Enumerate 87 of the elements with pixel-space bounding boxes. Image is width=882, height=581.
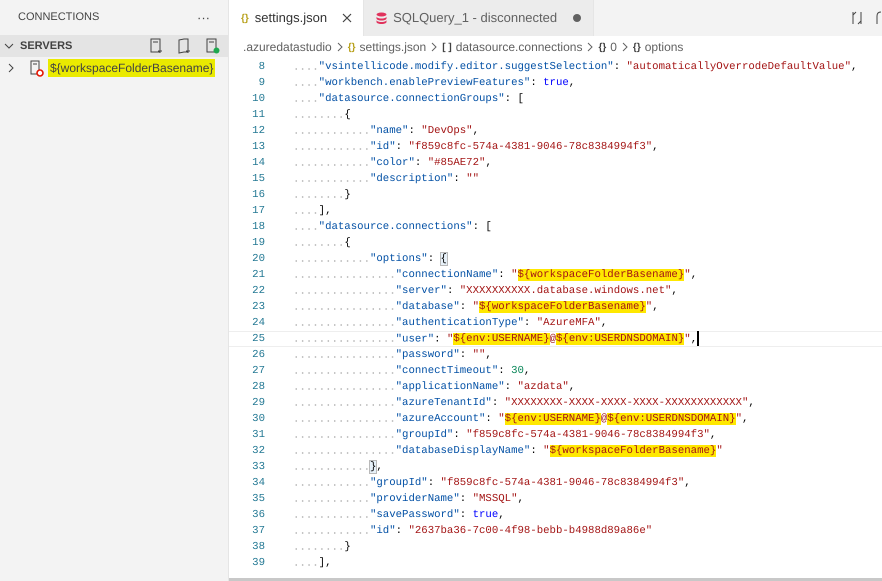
breadcrumb-item[interactable]: settings.json [360, 38, 426, 56]
line-number: 22 [251, 284, 265, 299]
code-line: "id": "f859c8fc-574a-4381-9046-78c8384994f3", [293, 139, 659, 155]
code-line: "azureAccount": "${env:USERNAME}@${env:USERDNSDOMAIN}", [293, 411, 748, 427]
server-disconnected-icon [30, 60, 44, 76]
line-number: 27 [251, 364, 265, 379]
line-number: 16 [251, 188, 265, 203]
line-number: 34 [251, 476, 265, 491]
line-number: 24 [251, 316, 265, 331]
line-number: 25 [251, 332, 265, 347]
line-number: 13 [251, 140, 265, 155]
code-line: "id": "2637ba36-7c00-4f98-bebb-b4988d89a86e" [293, 523, 652, 539]
line-number: 32 [251, 444, 265, 459]
line-number: 8 [258, 60, 265, 75]
breadcrumb-icon: {} [598, 40, 606, 54]
more-actions-button[interactable]: ··· [197, 11, 210, 24]
code-line: "options": { [293, 251, 447, 267]
chevron-icon [336, 42, 344, 52]
line-number: 18 [251, 220, 265, 235]
chevron-icon [620, 42, 629, 52]
code-line: }, [293, 459, 383, 475]
line-number: 26 [251, 348, 265, 363]
line-number: 17 [251, 204, 265, 219]
line-number: 23 [251, 300, 265, 315]
line-number: 10 [251, 92, 265, 107]
breadcrumb-icon: {} [632, 40, 641, 54]
code-line: "workbench.enablePreviewFeatures": true, [293, 75, 576, 91]
compare-icon[interactable] [850, 11, 864, 25]
code-line: "datasource.connectionGroups": [ [293, 91, 524, 107]
server-name[interactable]: ${workspaceFolderBasename} [48, 59, 216, 77]
code-line: "connectTimeout": 30, [293, 363, 530, 379]
chevron-icon [586, 42, 594, 52]
code-line: "datasource.connections": [ [293, 219, 492, 235]
server-status-icon[interactable] [206, 38, 220, 54]
database-icon [376, 12, 388, 24]
code-line: "authenticationType": "AzureMFA", [293, 315, 608, 331]
code-line: "connectionName": "${workspaceFolderBasename}", [293, 267, 698, 283]
code-line: "server": "XXXXXXXXXX.database.windows.net", [293, 283, 678, 299]
line-number: 29 [251, 396, 265, 411]
code-line: "savePassword": true, [293, 507, 505, 523]
breadcrumb-icon: {} [348, 40, 356, 54]
chevron-icon[interactable] [6, 63, 16, 73]
panel-title: CONNECTIONS [18, 10, 100, 26]
line-number: 11 [251, 108, 265, 123]
line-number: 36 [251, 508, 265, 523]
line-number: 12 [251, 124, 265, 139]
section-title[interactable]: SERVERS [20, 38, 72, 54]
chevron-icon[interactable] [4, 41, 14, 51]
code-line: "color": "#85AE72", [293, 155, 492, 171]
close-icon[interactable] [341, 12, 354, 24]
code-line: "name": "DevOps", [293, 123, 480, 139]
new-connection-icon[interactable] [150, 38, 164, 54]
breadcrumb-item[interactable]: 0 [610, 38, 617, 56]
line-number: 15 [251, 172, 265, 187]
code-line: "password": "", [293, 347, 492, 363]
code-line: "databaseDisplayName": "${workspaceFolderBasename}" [293, 443, 723, 459]
chevron-icon [430, 42, 438, 52]
line-number: 33 [251, 460, 265, 475]
line-number: 19 [251, 236, 265, 251]
code-line: "applicationName": "azdata", [293, 379, 576, 395]
line-number: 9 [258, 76, 265, 91]
code-line: "azureTenantId": "XXXXXXXX-XXXX-XXXX-XXXX-XXXXXXXXXXXX", [293, 395, 755, 411]
line-number: 31 [251, 428, 265, 443]
breadcrumb-item[interactable]: datasource.connections [456, 38, 582, 56]
unsaved-dot-icon[interactable] [571, 12, 584, 24]
code-line: "database": "${workspaceFolderBasename}", [293, 299, 659, 315]
line-number: 30 [251, 412, 265, 427]
line-number: 14 [251, 156, 265, 171]
code-line: "groupId": "f859c8fc-574a-4381-9046-78c8384994f3", [293, 427, 716, 443]
code-line: "description": "" [293, 171, 480, 187]
line-number: 37 [251, 524, 265, 539]
editor-tab[interactable]: SQLQuery_1 - disconnected [364, 0, 594, 36]
breadcrumb-item[interactable]: options [644, 38, 684, 56]
line-number: 21 [251, 268, 265, 283]
line-number: 38 [251, 540, 265, 555]
breadcrumb-item[interactable]: .azuredatastudio [243, 38, 332, 56]
line-number: 39 [251, 556, 265, 571]
toolbar-icon[interactable] [876, 11, 882, 25]
code-line: "vsintellicode.modify.editor.suggestSelection": "automaticallyOverrodeDefaultValue", [293, 59, 858, 75]
line-number: 35 [251, 492, 265, 507]
new-group-icon[interactable] [178, 38, 192, 54]
breadcrumb-icon: [ ] [442, 40, 452, 54]
code-line: "groupId": "f859c8fc-574a-4381-9046-78c8384994f3", [293, 475, 691, 491]
line-number: 20 [251, 252, 265, 267]
code-line: "providerName": "MSSQL", [293, 491, 524, 507]
editor-tab[interactable]: {} settings.json [229, 0, 364, 36]
line-number: 28 [251, 380, 265, 395]
